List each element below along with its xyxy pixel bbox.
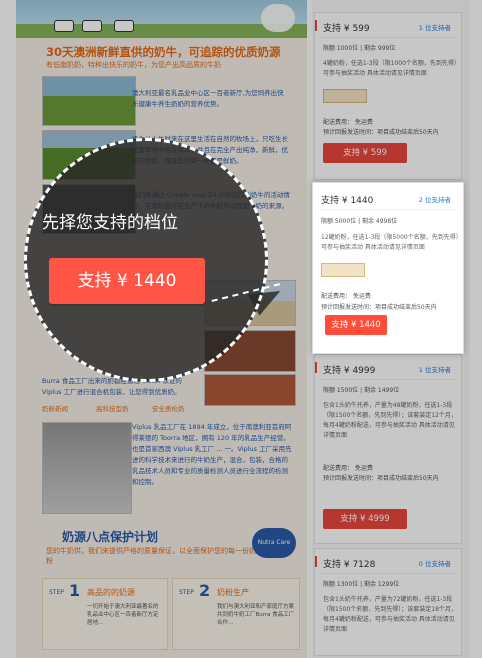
reward-send-time: 预计回报发送时间：项目成功结束后50天内	[321, 304, 437, 311]
product-thumb	[321, 263, 365, 277]
tooltip-support-button[interactable]: 支持 ¥ 1440	[49, 258, 205, 304]
reward-fee: 配送费用： 免运费	[321, 293, 371, 300]
supporters-link[interactable]: 2 位支持者	[419, 194, 451, 204]
reward-price: 支持 ¥ 1440	[321, 196, 374, 206]
reward-desc: 12罐奶粉，任选1-3段（限5000个名额，先到先得）可参与抽奖活动 具体活动请…	[321, 234, 459, 251]
tooltip-text: 先择您支持的档位	[42, 213, 178, 233]
reward-quota: 限额 5000位 | 剩余 4998位	[321, 218, 398, 225]
divider	[319, 209, 457, 210]
support-1440-button[interactable]: 支持 ¥ 1440	[325, 315, 387, 335]
highlighted-reward-card: 支持 ¥ 1440 2 位支持者 限额 5000位 | 剩余 4998位 12罐…	[312, 182, 464, 354]
page: 30天澳洲新鲜直供的奶牛，可追踪的优质奶源 有低脂奶奶，特种出快乐的奶牛，为您产…	[0, 0, 482, 658]
